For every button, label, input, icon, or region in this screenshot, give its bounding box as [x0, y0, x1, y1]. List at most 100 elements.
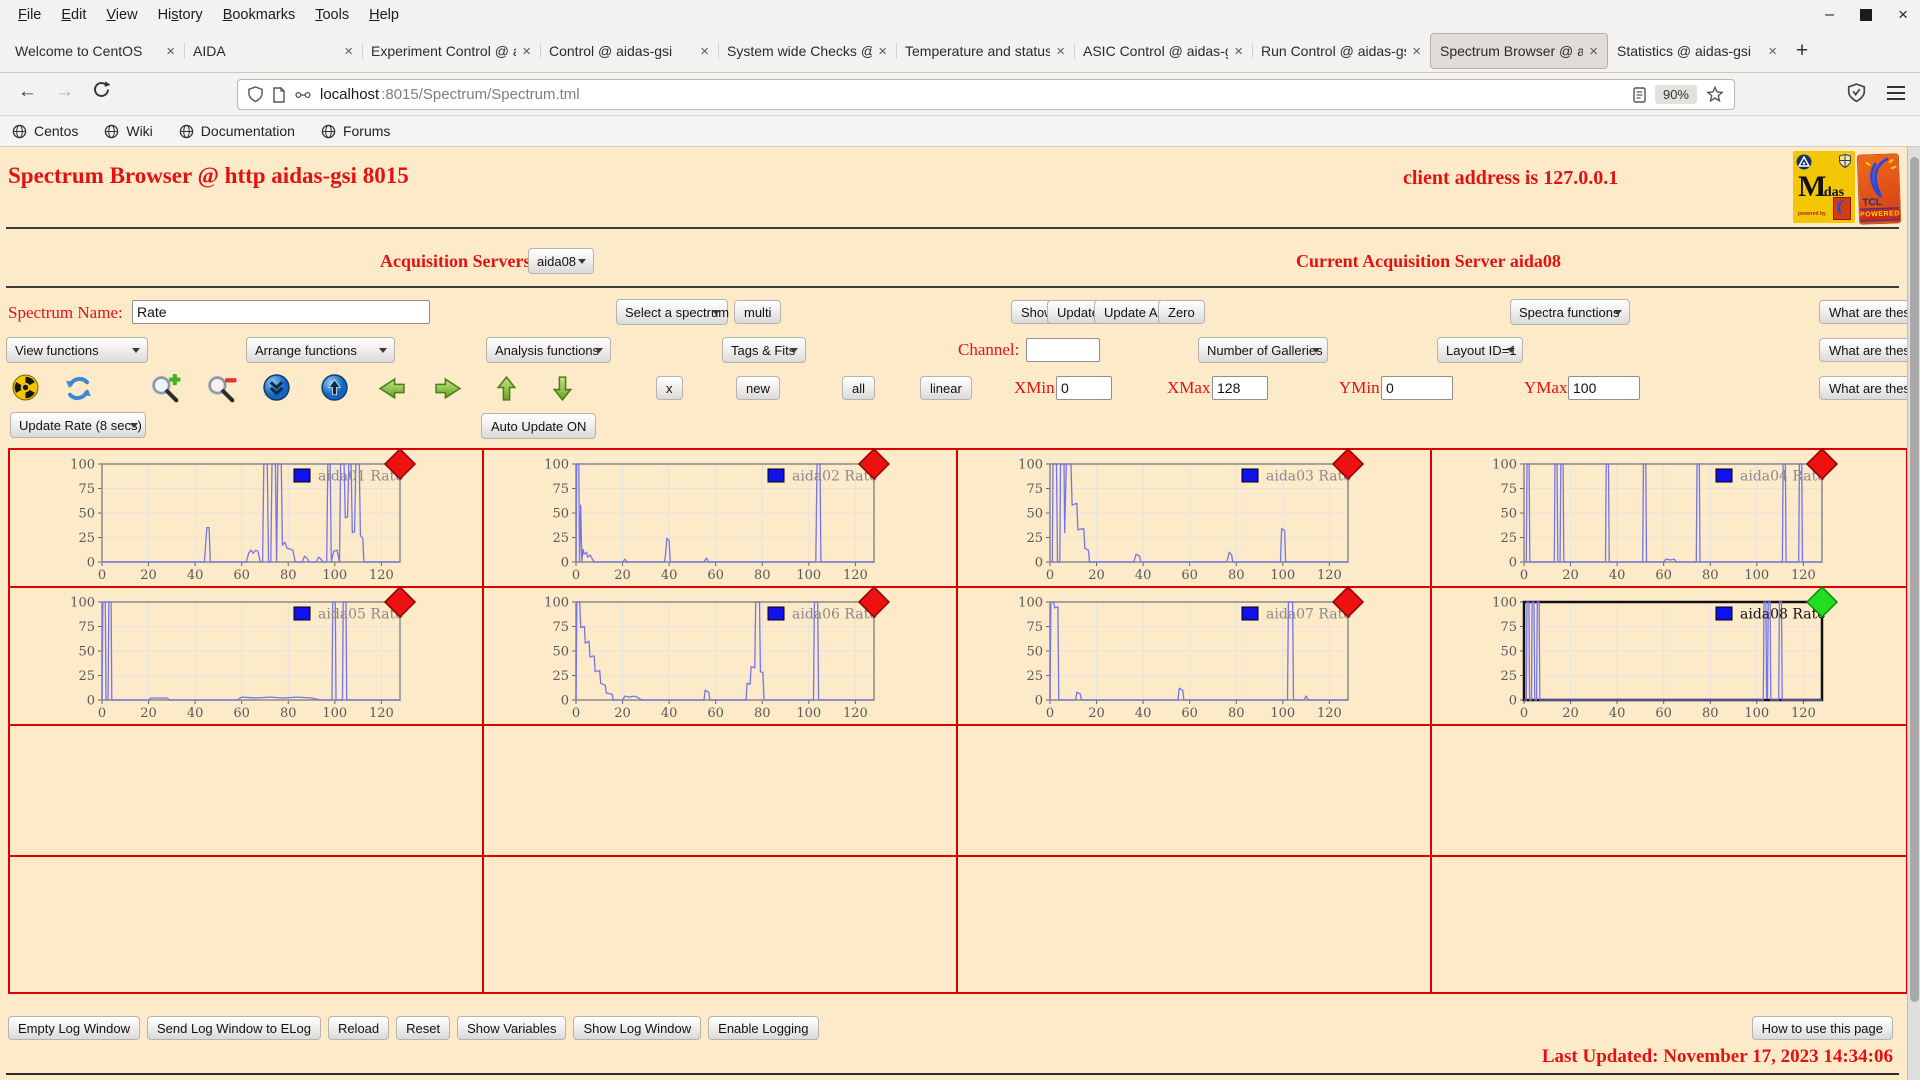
shift-down-button[interactable]	[263, 374, 290, 406]
browser-tab-8[interactable]: Run Control @ aidas-gsi ×	[1252, 34, 1430, 68]
reader-mode-icon[interactable]	[1633, 86, 1646, 103]
tab-close-icon[interactable]: ×	[1234, 43, 1243, 60]
channel-input[interactable]	[1026, 338, 1100, 362]
maximize-icon[interactable]	[1860, 9, 1873, 21]
close-icon[interactable]: ×	[1898, 5, 1908, 25]
browser-tab-9[interactable]: Spectrum Browser @ ai ×	[1430, 33, 1608, 69]
how-to-use-button[interactable]: How to use this page	[1751, 1016, 1893, 1040]
move-left-button[interactable]	[376, 374, 407, 408]
zoom-in-button[interactable]	[150, 373, 181, 410]
shield-icon[interactable]	[248, 86, 263, 103]
zero-radioactive-button[interactable]	[12, 374, 39, 406]
tab-close-icon[interactable]: ×	[1412, 43, 1421, 60]
view-functions-dropdown[interactable]: View functions	[6, 337, 148, 363]
menu-history[interactable]: History	[148, 3, 213, 27]
zero-button[interactable]: Zero	[1158, 300, 1205, 324]
reset-button[interactable]: Reset	[396, 1016, 451, 1040]
expand-up-button[interactable]	[493, 374, 520, 408]
ymin-input[interactable]	[1381, 376, 1453, 400]
gallery-cell-aida03[interactable]: 0 20 40 60 80 100 120 0 25 50 75 100 aida03 Rate	[958, 447, 1432, 588]
scrollbar-thumb[interactable]	[1910, 157, 1919, 1002]
bookmark-documentation[interactable]: Documentation	[179, 123, 295, 139]
menu-edit[interactable]: Edit	[51, 3, 96, 27]
bookmark-star-icon[interactable]	[1706, 86, 1724, 103]
tab-close-icon[interactable]: ×	[1056, 43, 1065, 60]
url-bar[interactable]: localhost:8015/Spectrum/Spectrum.tml 90%	[237, 79, 1735, 110]
back-icon[interactable]: ←	[18, 81, 37, 103]
analysis-functions-dropdown[interactable]: Analysis functions	[486, 337, 611, 363]
gallery-cell-aida05[interactable]: 0 20 40 60 80 100 120 0 25 50 75 100 aida05 Rate	[10, 585, 484, 726]
menu-file[interactable]: File	[8, 3, 51, 27]
browser-tab-4[interactable]: Control @ aidas-gsi ×	[540, 34, 718, 68]
reload-icon[interactable]	[92, 80, 111, 105]
show-variables-button[interactable]: Show Variables	[457, 1016, 567, 1040]
multi-button[interactable]: multi	[734, 300, 782, 324]
zoom-level-badge[interactable]: 90%	[1654, 85, 1697, 104]
permissions-icon[interactable]	[295, 89, 311, 101]
minimize-icon[interactable]: –	[1825, 7, 1834, 23]
gallery-cell-aida06[interactable]: 0 20 40 60 80 100 120 0 25 50 75 100 aida06 Rate	[484, 585, 958, 726]
extension-shield-icon[interactable]	[1847, 83, 1866, 108]
auto-update-button[interactable]: Auto Update ON	[481, 413, 597, 439]
menu-view[interactable]: View	[96, 3, 147, 27]
ymax-input[interactable]	[1568, 376, 1640, 400]
forward-icon[interactable]: →	[55, 81, 74, 103]
hamburger-menu-icon[interactable]	[1886, 85, 1906, 106]
layout-id-dropdown[interactable]: Layout ID=1	[1437, 337, 1523, 363]
refresh-button[interactable]	[64, 374, 93, 408]
spectra-functions-dropdown[interactable]: Spectra functions	[1510, 299, 1630, 325]
browser-tab-6[interactable]: Temperature and status ×	[896, 34, 1074, 68]
tab-close-icon[interactable]: ×	[344, 43, 353, 60]
spectrum-name-input[interactable]	[132, 300, 430, 324]
what-are-these-button-1[interactable]: What are these?	[1819, 300, 1907, 324]
send-log-window-to-elog-button[interactable]: Send Log Window to ELog	[147, 1016, 321, 1040]
x-axis-button[interactable]: x	[656, 376, 683, 400]
gallery-cell-aida08[interactable]: 0 20 40 60 80 100 120 0 25 50 75 100 aida08 Rate	[1432, 585, 1906, 726]
xmin-input[interactable]	[1056, 376, 1112, 400]
tab-close-icon[interactable]: ×	[878, 43, 887, 60]
move-right-button[interactable]	[433, 374, 464, 408]
bookmark-centos[interactable]: Centos	[12, 123, 78, 139]
new-tab-button[interactable]: +	[1786, 39, 1818, 63]
all-button[interactable]: all	[842, 376, 876, 400]
new-button[interactable]: new	[736, 376, 780, 400]
xmax-input[interactable]	[1212, 376, 1268, 400]
tab-close-icon[interactable]: ×	[522, 43, 531, 60]
bookmark-forums[interactable]: Forums	[321, 123, 390, 139]
empty-log-window-button[interactable]: Empty Log Window	[8, 1016, 140, 1040]
what-are-these-button-3[interactable]: What are these?	[1819, 376, 1907, 400]
menu-bookmarks[interactable]: Bookmarks	[213, 3, 306, 27]
bookmark-wiki[interactable]: Wiki	[104, 123, 153, 139]
number-of-galleries-dropdown[interactable]: Number of Galleries	[1198, 337, 1328, 363]
expand-down-button[interactable]	[549, 374, 576, 408]
enable-logging-button[interactable]: Enable Logging	[708, 1016, 819, 1040]
reload-button[interactable]: Reload	[327, 1016, 390, 1040]
shift-up-button[interactable]	[321, 374, 348, 406]
gallery-cell-aida04[interactable]: 0 20 40 60 80 100 120 0 25 50 75 100 aida04 Rate	[1432, 447, 1906, 588]
browser-tab-7[interactable]: ASIC Control @ aidas-g ×	[1074, 34, 1252, 68]
browser-tab-1[interactable]: Welcome to CentOS ×	[6, 34, 184, 68]
browser-tab-10[interactable]: Statistics @ aidas-gsi ×	[1608, 34, 1786, 68]
gallery-cell-aida02[interactable]: 0 20 40 60 80 100 120 0 25 50 75 100 aida02 Rate	[484, 447, 958, 588]
linear-button[interactable]: linear	[920, 376, 972, 400]
browser-tab-2[interactable]: AIDA ×	[184, 34, 362, 68]
tab-close-icon[interactable]: ×	[1768, 43, 1777, 60]
update-rate-dropdown[interactable]: Update Rate (8 secs)	[10, 412, 146, 438]
arrange-functions-dropdown[interactable]: Arrange functions	[246, 337, 395, 363]
gallery-cell-aida07[interactable]: 0 20 40 60 80 100 120 0 25 50 75 100 aida07 Rate	[958, 585, 1432, 726]
browser-tab-3[interactable]: Experiment Control @ a ×	[362, 34, 540, 68]
what-are-these-button-2[interactable]: What are these?	[1819, 338, 1907, 362]
gallery-cell-aida01[interactable]: 0 20 40 60 80 100 120 0 25 50 75 100 aida01 Rate	[10, 447, 484, 588]
page-icon[interactable]	[272, 86, 286, 103]
tab-close-icon[interactable]: ×	[166, 43, 175, 60]
tab-close-icon[interactable]: ×	[1589, 43, 1598, 60]
browser-tab-5[interactable]: System wide Checks @ ×	[718, 34, 896, 68]
menu-tools[interactable]: Tools	[305, 3, 359, 27]
tab-close-icon[interactable]: ×	[700, 43, 709, 60]
select-spectrum-dropdown[interactable]: Select a spectrum	[616, 299, 729, 325]
show-log-window-button[interactable]: Show Log Window	[573, 1016, 702, 1040]
tags-fits-dropdown[interactable]: Tags & Fits	[722, 337, 806, 363]
acquisition-server-select[interactable]: aida08	[528, 248, 594, 274]
zoom-out-button[interactable]	[206, 374, 237, 410]
menu-help[interactable]: Help	[359, 3, 409, 27]
